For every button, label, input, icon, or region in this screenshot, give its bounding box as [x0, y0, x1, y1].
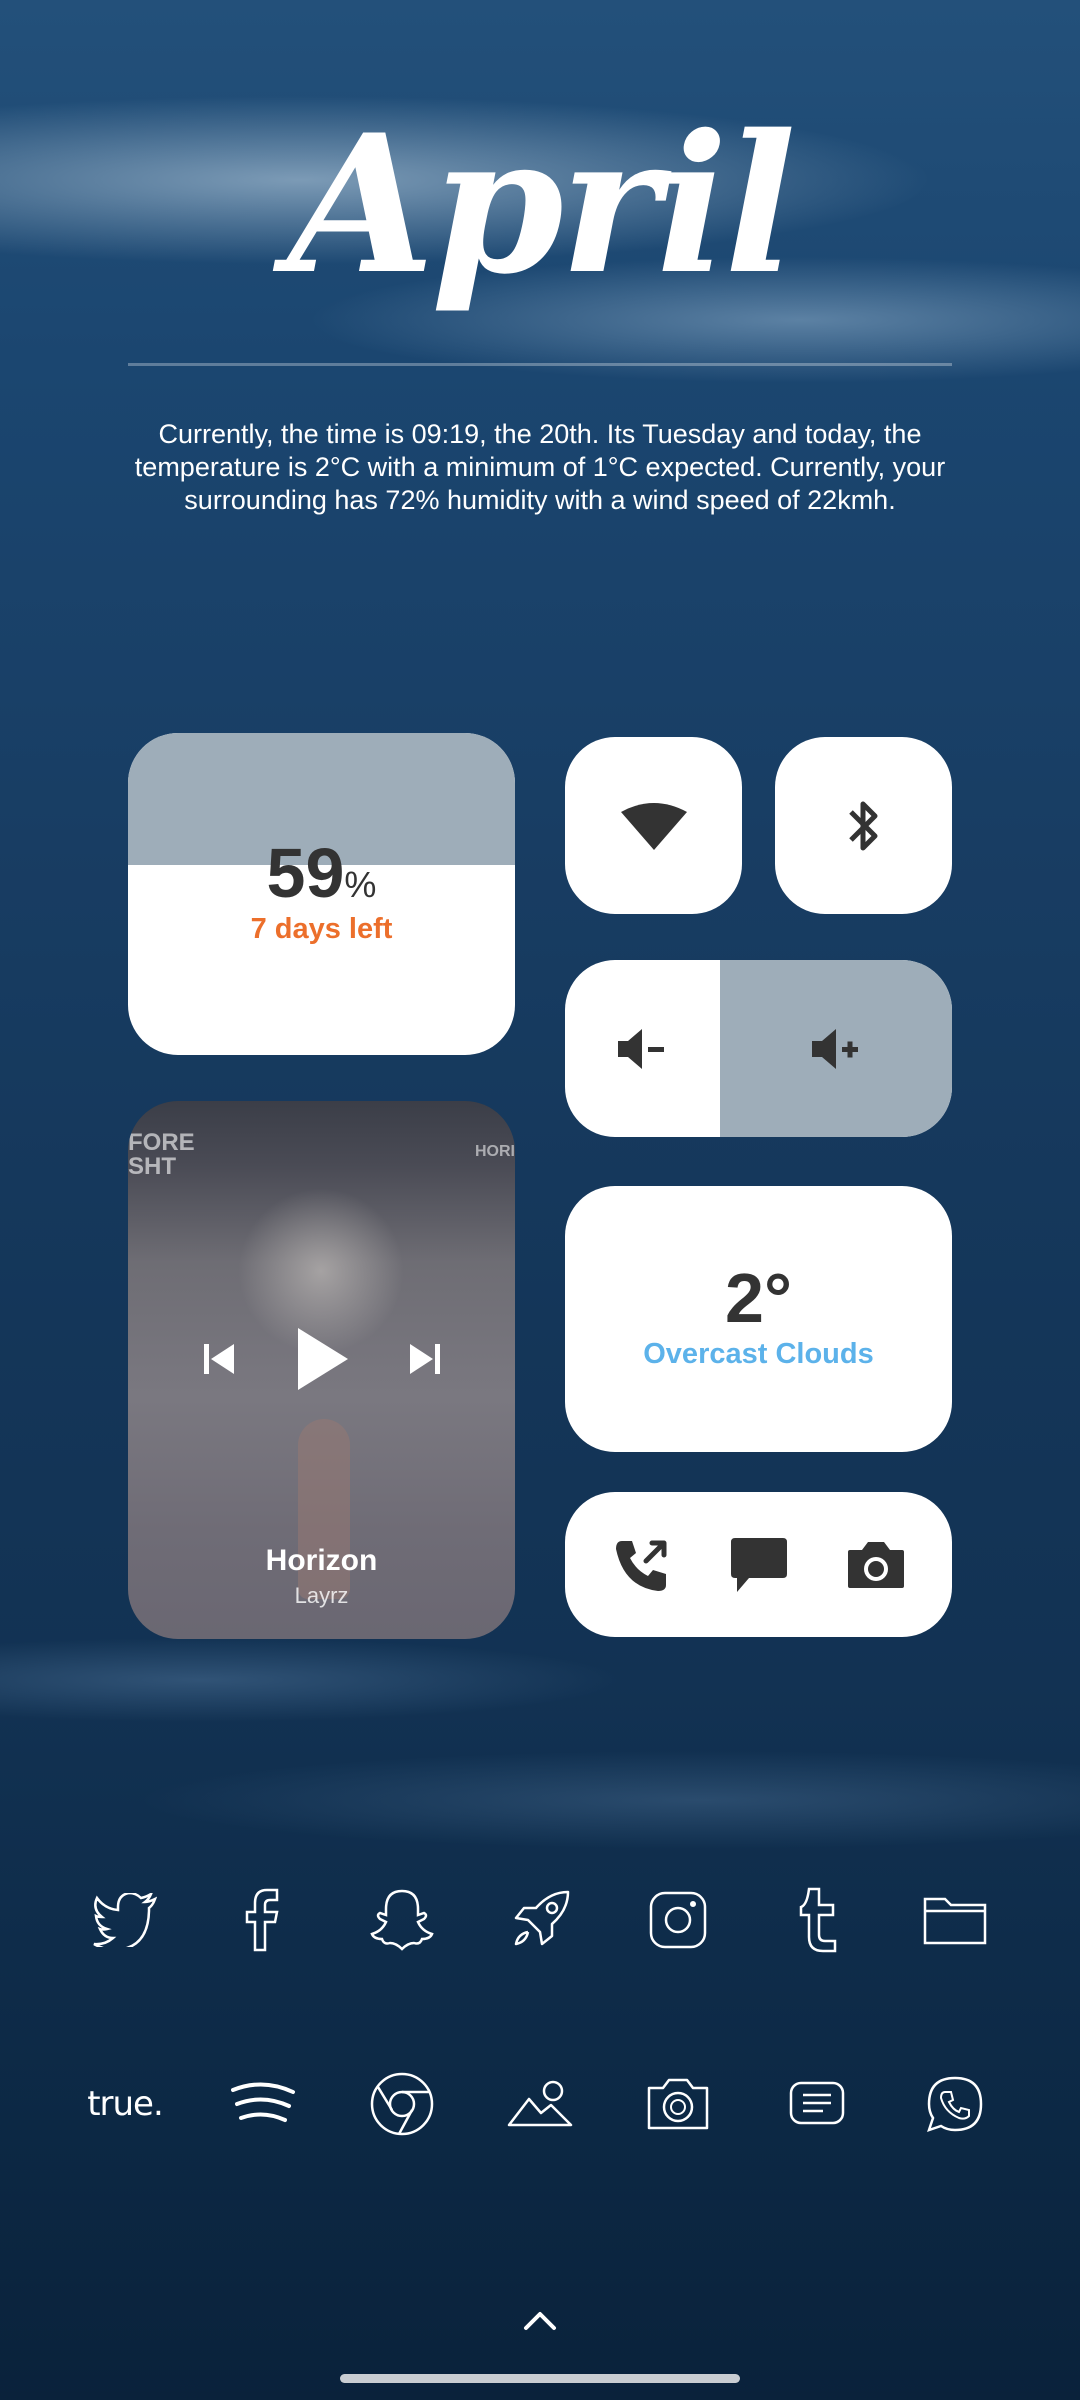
folder-icon — [923, 1897, 987, 1945]
gesture-nav-bar[interactable] — [340, 2374, 740, 2383]
next-track-icon[interactable] — [406, 1342, 442, 1376]
phone-button[interactable] — [602, 1525, 682, 1605]
camera-app-icon — [648, 2078, 709, 2130]
quick-apps-widget — [565, 1492, 952, 1637]
page-title: April — [287, 93, 797, 316]
instagram-app[interactable] — [623, 1880, 733, 1960]
play-icon[interactable] — [294, 1326, 350, 1392]
app-row-1 — [70, 1880, 1010, 1960]
camera-icon — [847, 1541, 904, 1588]
song-artist: Layrz — [294, 1583, 349, 1608]
spotify-icon — [231, 2082, 296, 2122]
notes-app[interactable] — [762, 2064, 872, 2144]
files-app[interactable] — [900, 1880, 1010, 1960]
volume-control[interactable] — [565, 960, 952, 1137]
snapchat-app[interactable] — [347, 1880, 457, 1960]
album-cover-text: FORE SHT — [128, 1129, 195, 1180]
wifi-icon — [620, 802, 687, 850]
status-summary: Currently, the time is 09:19, the 20th. … — [134, 419, 946, 515]
chrome-app[interactable] — [347, 2064, 457, 2144]
facebook-icon — [246, 1888, 279, 1952]
gallery-app[interactable] — [485, 2064, 595, 2144]
app-row-2: true. — [70, 2064, 1010, 2144]
chrome-icon — [370, 2072, 433, 2136]
rocket-icon — [514, 1890, 570, 1946]
true-logo: true. — [87, 2084, 164, 2124]
facebook-app[interactable] — [208, 1880, 318, 1960]
messages-button[interactable] — [719, 1525, 799, 1605]
battery-days-left: 7 days left — [250, 913, 393, 945]
song-title: Horizon — [265, 1544, 378, 1577]
volume-up-button[interactable] — [719, 960, 952, 1137]
volume-up-icon — [811, 1028, 858, 1069]
battery-widget[interactable]: 59% 7 days left — [128, 733, 515, 1055]
snapchat-icon — [369, 1889, 434, 1951]
tumblr-icon — [799, 1887, 836, 1953]
wifi-toggle[interactable] — [565, 737, 742, 914]
whatsapp-icon — [926, 2076, 983, 2132]
messages-icon — [730, 1537, 787, 1592]
twitter-icon — [93, 1893, 157, 1947]
app-drawer-caret-icon[interactable] — [522, 2310, 558, 2332]
camera-app[interactable] — [623, 2064, 733, 2144]
volume-down-button[interactable] — [565, 960, 719, 1137]
music-player-widget[interactable]: FORE SHT HORI Horizon Layrz — [128, 1101, 515, 1639]
twitter-app[interactable] — [70, 1880, 180, 1960]
gallery-icon — [507, 2080, 573, 2127]
bluetooth-toggle[interactable] — [775, 737, 952, 914]
previous-track-icon[interactable] — [202, 1342, 238, 1376]
true-app[interactable]: true. — [70, 2064, 180, 2144]
battery-percent: 59% — [128, 833, 515, 913]
camera-button[interactable] — [836, 1525, 916, 1605]
weather-widget[interactable]: 2° Overcast Clouds — [565, 1186, 952, 1452]
rocket-app[interactable] — [485, 1880, 595, 1960]
whatsapp-app[interactable] — [900, 2064, 1010, 2144]
bluetooth-icon — [848, 801, 877, 850]
volume-down-icon — [618, 1028, 664, 1069]
divider — [128, 363, 952, 366]
phone-icon — [615, 1540, 666, 1591]
weather-temperature: 2° — [725, 1259, 792, 1337]
spotify-app[interactable] — [208, 2064, 318, 2144]
weather-condition: Overcast Clouds — [643, 1338, 874, 1370]
tumblr-app[interactable] — [762, 1880, 872, 1960]
album-cover-text-right: HORI — [475, 1143, 515, 1160]
instagram-icon — [650, 1891, 707, 1949]
battery-percent-sign: % — [344, 864, 377, 905]
battery-percent-value: 59 — [266, 834, 345, 912]
notes-icon — [789, 2081, 844, 2125]
